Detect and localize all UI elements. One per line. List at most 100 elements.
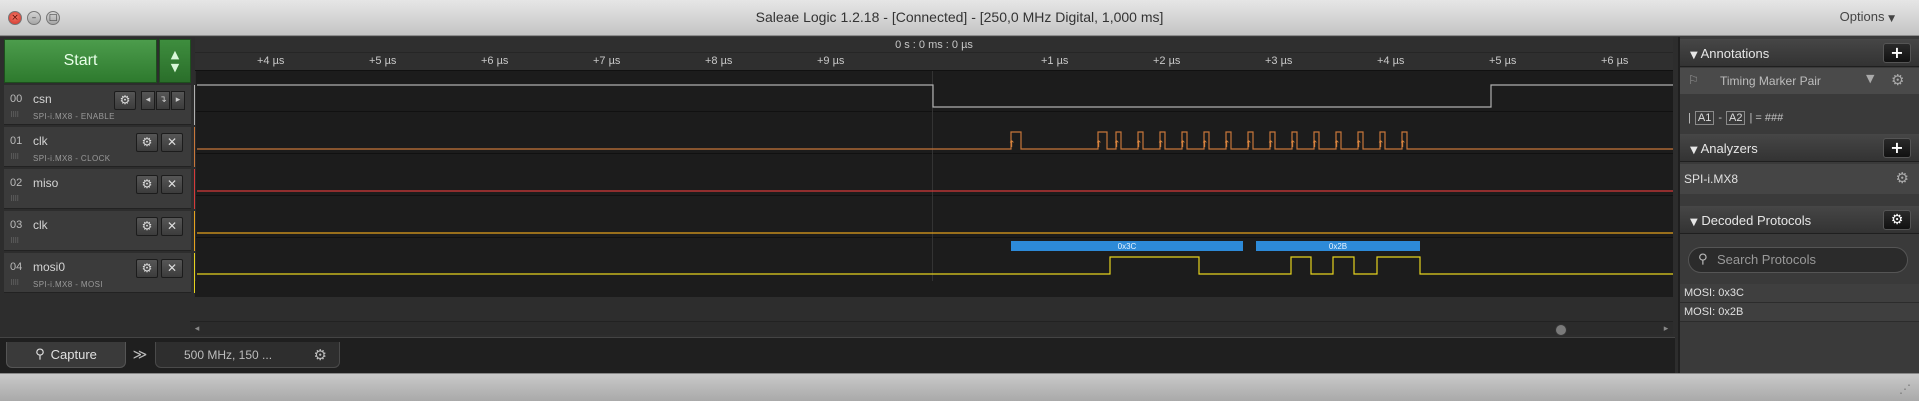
waveform-view[interactable]: 0 s : 0 ms : 0 µs +4 µs +5 µs +6 µs +7 µ… [195,37,1673,297]
marker-settings-gear-icon[interactable]: ⚙ [1891,71,1904,89]
mosi0-trace [197,256,1673,275]
options-menu-button[interactable]: Options ▼ [1840,9,1895,24]
clk-trace [197,131,1673,150]
resize-grip-icon[interactable]: ⋰ [1899,382,1911,396]
up-arrow-icon[interactable]: ▲ [171,48,179,61]
options-chevron-icon: ▼ [1888,14,1895,24]
channel-number: 04 [10,261,23,273]
channel-row-02[interactable]: 02 ⠿⠿ miso ⚙ ✕ [4,169,199,209]
marker-a2-badge[interactable]: A2 [1726,111,1746,125]
add-annotation-button[interactable]: + [1883,43,1911,63]
channel-remove-close-icon[interactable]: ✕ [161,175,183,194]
trigger-edge-icon[interactable]: ↴ [156,91,170,110]
clock-edge-up-icon: ↑ [1399,140,1407,150]
collapse-chevron-icon: ▼ [1690,50,1698,61]
csn-trace [197,84,1673,108]
start-button[interactable]: Start [4,39,157,83]
marker-a1-badge[interactable]: A1 [1694,111,1715,125]
start-options-stepper[interactable]: ▲ ▼ [159,39,191,83]
analyzer-settings-gear-icon[interactable]: ⚙ [1896,169,1909,187]
annotations-title: ▼ Annotations [1690,46,1770,61]
prev-edge-icon[interactable]: ◂ [141,91,155,110]
scroll-thumb[interactable] [1555,324,1567,336]
analyzer-item[interactable]: SPI-i.MX8 ⚙ [1680,164,1919,194]
channel-analyzer-tag: SPI-i.MX8 - ENABLE [33,112,115,121]
clock-edge-up-icon: ↑ [1095,140,1103,150]
collapse-chevron-icon: ▼ [1690,145,1698,156]
tab-capture[interactable]: ⚲ Capture [6,342,126,368]
clock-edge-up-icon: ↑ [1377,140,1385,150]
channel-settings-gear-icon[interactable]: ⚙ [136,133,158,152]
channel-row-01[interactable]: 01 ⠿⠿ clk SPI-i.MX8 - CLOCK ⚙ ✕ [4,127,199,167]
timing-marker-row[interactable]: ⚐ Timing Marker Pair ▼ ⚙ [1680,68,1919,94]
time-tick-label: +8 µs [705,55,733,67]
time-ruler[interactable]: +4 µs +5 µs +6 µs +7 µs +8 µs +9 µs +1 µ… [195,53,1673,71]
channel-number: 00 [10,93,23,105]
channel-analyzer-tag: SPI-i.MX8 - CLOCK [33,154,111,163]
search-protocols-input[interactable]: ⚲ Search Protocols [1688,247,1908,273]
channel-row-03[interactable]: 03 ⠿⠿ clk ⚙ ✕ [4,211,199,251]
channel-remove-close-icon[interactable]: ✕ [161,259,183,278]
search-icon: ⚲ [1698,252,1708,267]
drag-handle-icon[interactable]: ⠿⠿ [10,279,19,287]
channel-remove-close-icon[interactable]: ✕ [161,133,183,152]
row-separators [195,111,1673,238]
scroll-right-icon[interactable]: ▸ [1659,322,1673,336]
status-bar: ⋰ [0,373,1919,401]
time-tick-label: +2 µs [1153,55,1181,67]
marker-type-dropdown-icon[interactable]: ▼ [1866,72,1874,85]
channel-panel: Start ▲ ▼ 00 ⠿⠿ csn SPI-i.MX8 - ENABLE ⚙… [2,37,199,297]
clock-edge-up-icon: ↑ [1113,140,1121,150]
channel-number: 03 [10,219,23,231]
right-sidebar: ▼ Annotations + ⚐ Timing Marker Pair ▼ ⚙… [1678,37,1919,373]
search-placeholder: Search Protocols [1717,252,1816,267]
channel-name[interactable]: clk [33,218,48,232]
clock-edge-up-icon: ↑ [1267,140,1275,150]
time-origin-bar: 0 s : 0 ms : 0 µs [195,37,1673,53]
list-item[interactable]: MOSI: 0x3C [1680,284,1919,303]
clock-edge-up-icon: ↑ [1135,140,1143,150]
drag-handle-icon[interactable]: ⠿⠿ [10,237,19,245]
decoded-protocols-gear-icon[interactable]: ⚙ [1883,210,1911,230]
drag-handle-icon[interactable]: ⠿⠿ [10,153,19,161]
analyzers-header[interactable]: ▼ Analyzers + [1680,134,1919,162]
main-area: Start ▲ ▼ 00 ⠿⠿ csn SPI-i.MX8 - ENABLE ⚙… [0,37,1919,373]
channel-name[interactable]: miso [33,176,58,190]
channel-row-04[interactable]: 04 ⠿⠿ mosi0 SPI-i.MX8 - MOSI ⚙ ✕ [4,253,199,293]
channel-name[interactable]: mosi0 [33,260,65,274]
analyzers-title: ▼ Analyzers [1690,141,1758,156]
channel-settings-gear-icon[interactable]: ⚙ [136,175,158,194]
channel-settings-gear-icon[interactable]: ⚙ [114,91,136,110]
down-arrow-icon[interactable]: ▼ [171,61,179,74]
channel-settings-gear-icon[interactable]: ⚙ [136,259,158,278]
clock-edge-up-icon: ↑ [1223,140,1231,150]
decoded-protocols-header[interactable]: ▼ Decoded Protocols ⚙ [1680,206,1919,234]
clock-edge-up-icon: ↑ [1201,140,1209,150]
scroll-left-icon[interactable]: ◂ [190,322,204,336]
next-edge-icon[interactable]: ▸ [171,91,185,110]
marker-pin-icon: ⚐ [1688,73,1699,87]
waveform-scrollbar[interactable]: ◂ ▸ [190,321,1673,336]
list-item[interactable]: MOSI: 0x2B [1680,303,1919,322]
channel-remove-close-icon[interactable]: ✕ [161,217,183,236]
add-analyzer-button[interactable]: + [1883,138,1911,158]
clock-edge-up-icon: ↑ [1008,140,1016,150]
more-tabs-icon[interactable]: ≫ [128,342,152,368]
decoded-protocols-title: ▼ Decoded Protocols [1690,213,1812,228]
channel-settings-gear-icon[interactable]: ⚙ [136,217,158,236]
clock-edge-up-icon: ↑ [1311,140,1319,150]
analyzer-name: SPI-i.MX8 [1684,172,1739,186]
time-tick-label: +4 µs [257,55,285,67]
marker-type-label: Timing Marker Pair [1720,74,1821,88]
waveform-traces: ↑ ↑ ↑ ↑ ↑ ↑ ↑ ↑ ↑ ↑ ↑ ↑ ↑ ↑ ↑ ↑ 0x3C 0x2… [195,71,1673,281]
tab-session-settings[interactable]: 500 MHz, 150 ... ⚙ [155,342,340,368]
channel-name[interactable]: csn [33,92,52,106]
channel-row-00[interactable]: 00 ⠿⠿ csn SPI-i.MX8 - ENABLE ⚙ ◂ ↴ ▸ [4,85,199,125]
channel-name[interactable]: clk [33,134,48,148]
drag-handle-icon[interactable]: ⠿⠿ [10,195,19,203]
annotations-header[interactable]: ▼ Annotations + [1680,39,1919,67]
drag-handle-icon[interactable]: ⠿⠿ [10,111,19,119]
clock-edge-up-icon: ↑ [1355,140,1363,150]
channel-number: 01 [10,135,23,147]
session-settings-gear-icon[interactable]: ⚙ [314,342,327,368]
